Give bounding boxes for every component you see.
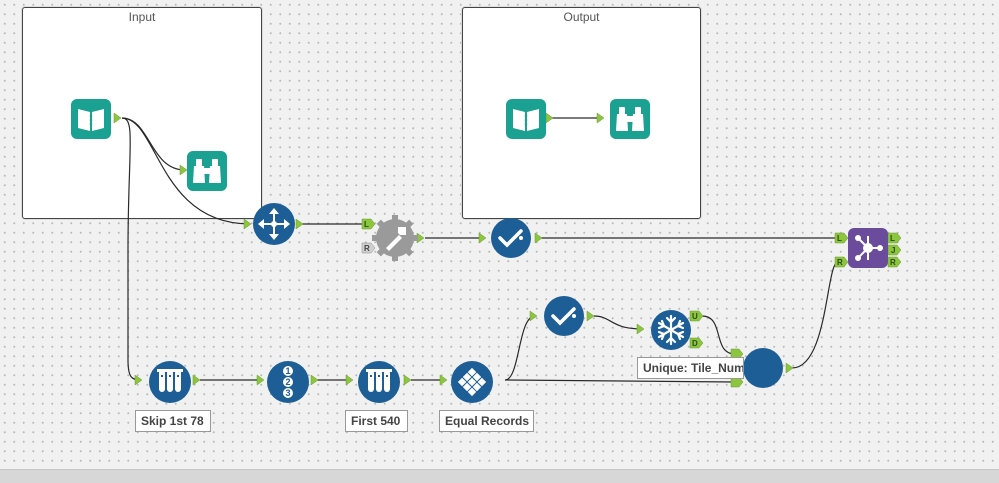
output-browse-tool[interactable] <box>610 99 650 139</box>
anchor-filter2-in <box>529 310 538 322</box>
annotation-skip: Skip 1st 78 <box>135 410 211 432</box>
svg-text:U: U <box>692 312 698 321</box>
sample-first-tool[interactable] <box>357 360 401 404</box>
input-data-tool[interactable] <box>71 99 111 139</box>
svg-text:L: L <box>890 234 895 243</box>
anchor-filter2-out <box>586 310 595 322</box>
anchor-join-R[interactable]: R <box>834 256 849 268</box>
anchor-input-out <box>113 112 122 124</box>
svg-text:2: 2 <box>285 377 290 387</box>
anchor-select-in <box>243 218 252 230</box>
anchor-output-input-out <box>545 112 554 124</box>
horizontal-scrollbar[interactable] <box>0 469 999 483</box>
anchor-join-out-J[interactable]: J <box>887 244 902 256</box>
connection-filter-unique <box>593 315 644 330</box>
test-tubes-icon <box>366 369 392 392</box>
anchor-select-out <box>295 218 304 230</box>
join-tool[interactable] <box>848 228 888 268</box>
circle-icon <box>743 348 783 388</box>
anchor-join-out-L[interactable]: L <box>887 232 902 244</box>
svg-text:R: R <box>364 244 370 253</box>
record-id-tool[interactable]: 1 2 3 <box>266 360 310 404</box>
anchor-filter-in <box>478 232 487 244</box>
anchor-recordid-in <box>256 374 265 386</box>
anchor-unique-in <box>636 323 645 335</box>
output-input-data-tool[interactable] <box>506 99 546 139</box>
connection-input-browse <box>121 117 186 171</box>
svg-text:R: R <box>890 258 896 267</box>
svg-text:L: L <box>364 220 369 229</box>
svg-text:J: J <box>891 246 895 255</box>
anchor-tile-in <box>439 374 448 386</box>
anchor-union-out <box>785 362 794 374</box>
sample-skip-tool[interactable] <box>148 360 192 404</box>
anchor-sample1-in <box>134 374 143 386</box>
test-tubes-icon <box>157 369 183 392</box>
tile-tool[interactable] <box>450 360 494 404</box>
annotation-equal: Equal Records <box>439 410 534 432</box>
gear-icon <box>372 215 418 261</box>
annotation-first: First 540 <box>345 410 408 432</box>
union-tool[interactable] <box>742 347 784 389</box>
svg-text:D: D <box>692 339 698 348</box>
anchor-recordid-out <box>310 374 319 386</box>
anchor-browse-in <box>179 164 188 176</box>
connection-input-sample <box>121 117 142 381</box>
svg-text:1: 1 <box>285 366 290 376</box>
svg-text:3: 3 <box>285 388 290 398</box>
svg-text:L: L <box>837 234 842 243</box>
append-fields-tool[interactable] <box>372 215 418 261</box>
connection-unique-union <box>701 315 736 355</box>
anchor-output-browse-in <box>596 112 605 124</box>
annotation-unique: Unique: Tile_Num <box>637 357 744 379</box>
anchor-append-out <box>416 232 425 244</box>
connection-tile-filter <box>504 315 536 381</box>
select-tool[interactable] <box>252 202 296 246</box>
unique-tool[interactable] <box>650 309 692 351</box>
anchor-sample1-out <box>192 374 201 386</box>
svg-text:R: R <box>837 258 843 267</box>
filter-tool[interactable] <box>490 217 532 259</box>
filter-tool-2[interactable] <box>543 295 585 337</box>
anchor-filter-out <box>534 232 543 244</box>
anchor-sample2-out <box>403 374 412 386</box>
connection-tile-union <box>504 379 736 383</box>
anchor-sample2-in <box>345 374 354 386</box>
connection-union-join <box>791 261 839 369</box>
browse-tool[interactable] <box>187 151 227 191</box>
anchor-join-out-R[interactable]: R <box>887 256 902 268</box>
numbers-icon: 1 2 3 <box>283 366 293 398</box>
anchor-join-L[interactable]: L <box>834 232 849 244</box>
